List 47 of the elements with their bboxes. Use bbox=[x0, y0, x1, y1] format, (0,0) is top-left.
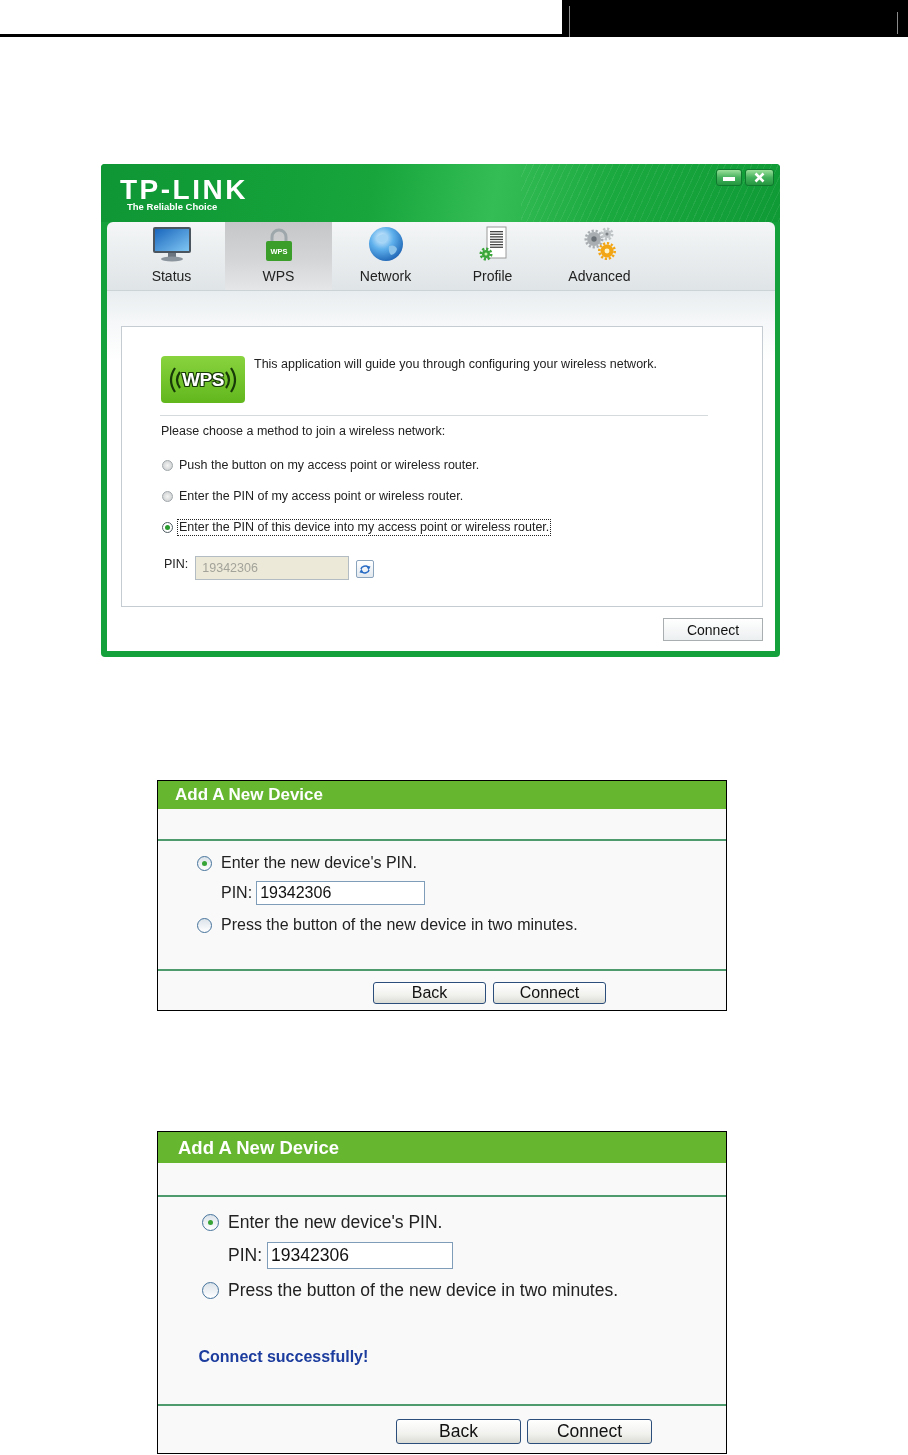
minimize-button[interactable] bbox=[716, 169, 742, 186]
radio-button[interactable] bbox=[162, 522, 173, 533]
wps-logo-text: WPS bbox=[182, 367, 224, 392]
panel-title: Add A New Device bbox=[158, 1132, 726, 1163]
close-button[interactable] bbox=[745, 169, 774, 186]
connect-button[interactable]: Connect bbox=[527, 1419, 652, 1444]
globe-icon bbox=[367, 226, 404, 262]
option-label[interactable]: Enter the PIN of this device into my access point or wireless router. bbox=[177, 519, 552, 536]
tab[interactable]: Profile bbox=[439, 222, 546, 290]
radio-button[interactable] bbox=[202, 1213, 219, 1231]
back-button[interactable]: Back bbox=[373, 982, 486, 1004]
radio-button[interactable] bbox=[197, 855, 212, 871]
option-label[interactable]: Enter the new device's PIN. bbox=[221, 854, 418, 872]
pin-field[interactable]: 19342306 bbox=[256, 881, 426, 905]
radio-button[interactable] bbox=[162, 491, 173, 502]
option-label[interactable]: Press the button of the new device in two minutes. bbox=[221, 916, 578, 934]
signal-waves-icon bbox=[169, 366, 182, 393]
intro-text: This application will guide you through configuring your wireless network. bbox=[254, 357, 657, 372]
tab[interactable]: Advanced bbox=[546, 222, 653, 290]
monitor-icon bbox=[151, 226, 192, 262]
signal-waves-icon bbox=[224, 366, 237, 393]
tab[interactable]: Status bbox=[118, 222, 225, 290]
pin-label: PIN: bbox=[221, 884, 253, 902]
radio-button[interactable] bbox=[202, 1281, 219, 1299]
connect-button[interactable]: Connect bbox=[493, 982, 606, 1004]
radio-button[interactable] bbox=[197, 917, 212, 933]
minimize-icon bbox=[723, 176, 735, 181]
tagline: The Reliable Choice bbox=[127, 201, 219, 212]
option-label[interactable]: Push the button on my access point or wireless router. bbox=[177, 457, 482, 474]
document-icon bbox=[477, 226, 508, 262]
close-icon bbox=[754, 172, 765, 183]
logo-text: TP-LINK bbox=[120, 178, 248, 202]
panel-title: Add A New Device bbox=[158, 781, 726, 809]
refresh-button[interactable] bbox=[356, 560, 375, 578]
pin-label: PIN: bbox=[164, 557, 189, 572]
connect-button[interactable]: Connect bbox=[663, 618, 763, 641]
option-label[interactable]: Enter the PIN of my access point or wireless router. bbox=[177, 488, 466, 505]
option-label[interactable]: Press the button of the new device in two minutes. bbox=[228, 1279, 619, 1301]
option-label[interactable]: Enter the new device's PIN. bbox=[228, 1211, 443, 1233]
status-message: Connect successfully! bbox=[198, 1346, 369, 1367]
back-button[interactable]: Back bbox=[396, 1419, 521, 1444]
tab[interactable]: Network bbox=[332, 222, 439, 290]
pin-label: PIN: bbox=[228, 1245, 263, 1266]
radio-button[interactable] bbox=[162, 460, 173, 471]
pin-field[interactable]: 19342306 bbox=[267, 1242, 454, 1269]
refresh-icon bbox=[359, 563, 372, 575]
prompt-text: Please choose a method to join a wireless network: bbox=[161, 424, 447, 439]
